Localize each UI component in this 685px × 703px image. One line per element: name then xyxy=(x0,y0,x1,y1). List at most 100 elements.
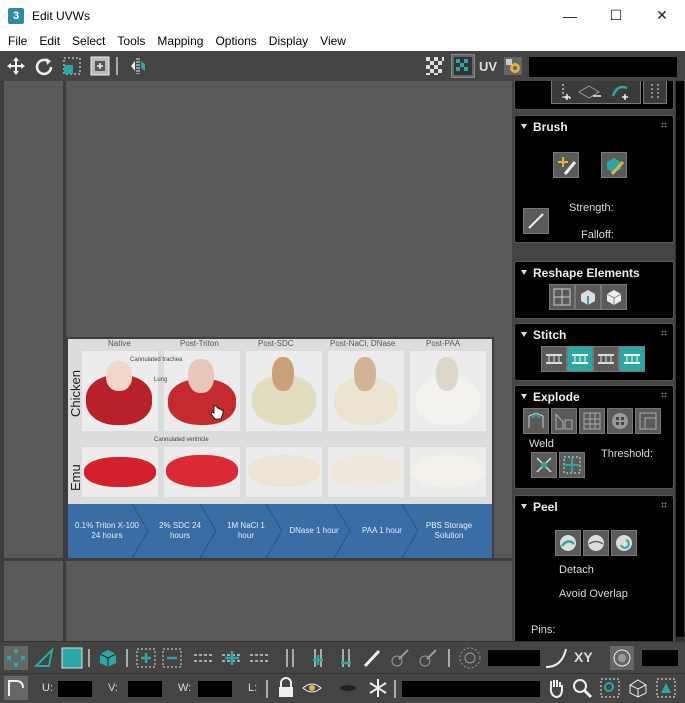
quick-peel-button[interactable] xyxy=(555,530,581,556)
stitch-average-button[interactable] xyxy=(593,346,619,372)
shrink-loop-icon[interactable] xyxy=(248,646,272,670)
explode-checker-button[interactable] xyxy=(607,408,633,434)
collapse-arrow-icon[interactable] xyxy=(521,504,527,509)
explode-by-material-button[interactable] xyxy=(579,408,605,434)
ring-icon[interactable] xyxy=(278,646,302,670)
minimize-button[interactable]: — xyxy=(547,0,593,31)
process-step: 1M NaCl 1 hour xyxy=(227,521,265,540)
selection-set-field[interactable] xyxy=(402,681,540,697)
pan-icon[interactable] xyxy=(544,676,568,700)
polygon-mode-icon[interactable] xyxy=(60,646,84,670)
relax-button[interactable] xyxy=(575,284,601,310)
relax-settings-button[interactable] xyxy=(601,284,627,310)
align-vertical-button[interactable] xyxy=(643,81,667,104)
peel-reset-button[interactable] xyxy=(611,530,637,556)
paint-grow-icon[interactable] xyxy=(388,646,412,670)
zoom-region-icon[interactable] xyxy=(598,676,622,700)
panel-scrollbar[interactable] xyxy=(675,81,685,641)
weld-selected-button[interactable] xyxy=(531,452,557,478)
mirror-icon[interactable] xyxy=(126,54,150,78)
paint-move-brush-button[interactable] xyxy=(553,152,579,178)
texture-checker-icon[interactable] xyxy=(450,54,475,78)
move-icon[interactable] xyxy=(4,54,28,78)
rollout-title[interactable]: Stitch xyxy=(533,328,566,342)
zoom-icon[interactable] xyxy=(570,676,594,700)
maximize-button[interactable]: ☐ xyxy=(593,0,639,31)
menu-file[interactable]: File xyxy=(2,34,33,48)
grip-icon[interactable] xyxy=(661,330,667,336)
rollout-title[interactable]: Explode xyxy=(533,390,580,404)
falloff-distance-field[interactable] xyxy=(488,650,540,666)
rotate-icon[interactable] xyxy=(32,54,56,78)
top-toolbar-field[interactable] xyxy=(529,57,677,77)
edge-mode-icon[interactable] xyxy=(32,646,56,670)
quick-transform-buttons[interactable] xyxy=(551,81,641,104)
uv-viewport[interactable]: Native Post-Triton Post-SDC Post-NaCl, D… xyxy=(0,81,512,641)
eye-icon[interactable] xyxy=(300,676,324,700)
collapse-arrow-icon[interactable] xyxy=(521,332,527,337)
l-label: L: xyxy=(248,682,258,694)
close-button[interactable]: ✕ xyxy=(639,0,685,31)
scale-icon[interactable] xyxy=(60,54,84,78)
collapse-arrow-icon[interactable] xyxy=(521,124,527,129)
menu-tools[interactable]: Tools xyxy=(111,34,151,48)
collapse-arrow-icon[interactable] xyxy=(521,394,527,399)
zoom-extents-icon[interactable] xyxy=(626,676,650,700)
element-mode-icon[interactable] xyxy=(96,646,120,670)
rollout-top-partial xyxy=(514,81,674,110)
grip-icon[interactable] xyxy=(661,392,667,398)
pinch-brush-button[interactable] xyxy=(523,208,549,234)
gear-icon[interactable] xyxy=(501,54,525,78)
paint-select-icon[interactable] xyxy=(360,646,384,670)
vertex-mode-icon[interactable] xyxy=(4,646,28,670)
straighten-button[interactable] xyxy=(549,284,575,310)
peel-mode-button[interactable] xyxy=(583,530,609,556)
stitch-source-button[interactable] xyxy=(619,346,645,372)
grow-loop-icon[interactable] xyxy=(220,646,244,670)
freeform-icon[interactable] xyxy=(88,54,112,78)
uv-label[interactable]: UV xyxy=(479,59,497,74)
v-field[interactable] xyxy=(128,681,162,697)
menu-view[interactable]: View xyxy=(314,34,352,48)
grow-selection-icon[interactable] xyxy=(134,646,158,670)
freeze-icon[interactable] xyxy=(366,676,390,700)
falloff-curve-icon[interactable] xyxy=(544,646,568,670)
limit-selection-icon[interactable] xyxy=(610,646,634,670)
rollout-title[interactable]: Peel xyxy=(533,500,558,514)
menu-mapping[interactable]: Mapping xyxy=(151,34,209,48)
menu-edit[interactable]: Edit xyxy=(33,34,66,48)
shrink-ring-icon[interactable] xyxy=(334,646,358,670)
grip-icon[interactable] xyxy=(661,502,667,508)
limit-field[interactable] xyxy=(642,650,678,666)
explode-by-smoothing-button[interactable] xyxy=(551,408,577,434)
lock-icon[interactable] xyxy=(274,676,298,700)
stitch-target-button[interactable] xyxy=(567,346,593,372)
zoom-selected-icon[interactable] xyxy=(654,676,678,700)
absolute-offset-icon[interactable] xyxy=(4,676,28,700)
hide-icon[interactable] xyxy=(336,676,360,700)
u-field[interactable] xyxy=(58,681,92,697)
w-field[interactable] xyxy=(198,681,232,697)
menu-display[interactable]: Display xyxy=(263,34,314,48)
checker-icon[interactable] xyxy=(423,54,447,78)
grow-ring-icon[interactable] xyxy=(306,646,330,670)
relax-brush-button[interactable] xyxy=(601,152,627,178)
scrollbar-thumb[interactable] xyxy=(676,81,684,637)
soft-selection-icon[interactable] xyxy=(458,646,482,670)
collapse-arrow-icon[interactable] xyxy=(521,270,527,275)
rollout-title[interactable]: Brush xyxy=(533,120,568,134)
explode-flatten-button[interactable] xyxy=(635,408,661,434)
xy-space-label[interactable]: XY xyxy=(574,649,593,665)
break-button[interactable] xyxy=(523,408,549,434)
rollout-title[interactable]: Reshape Elements xyxy=(533,266,640,280)
loop-icon[interactable] xyxy=(192,646,216,670)
avoid-overlap-label[interactable]: Avoid Overlap xyxy=(559,588,628,600)
stitch-custom-button[interactable] xyxy=(541,346,567,372)
shrink-selection-icon[interactable] xyxy=(160,646,184,670)
paint-shrink-icon[interactable] xyxy=(416,646,440,670)
menu-options[interactable]: Options xyxy=(209,34,262,48)
menu-select[interactable]: Select xyxy=(66,34,111,48)
grip-icon[interactable] xyxy=(661,122,667,128)
weld-target-button[interactable] xyxy=(559,452,585,478)
detach-label[interactable]: Detach xyxy=(559,564,594,576)
